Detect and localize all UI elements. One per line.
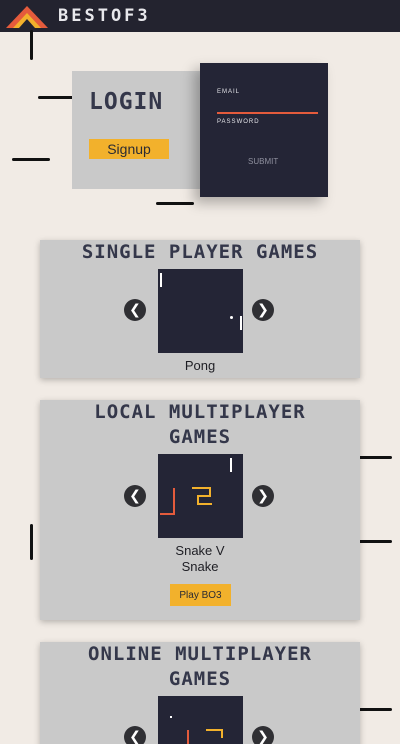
decor-dash — [12, 158, 50, 161]
top-navbar: BESTOF3 — [0, 0, 400, 32]
pong-ball — [230, 316, 233, 319]
play-bo3-button[interactable]: Play BO3 — [170, 584, 231, 606]
decor-dash — [30, 524, 33, 560]
arrow-right-icon[interactable]: ❯ — [252, 485, 274, 507]
single-player-section: SINGLE PLAYER GAMES ❮ ❯ Pong — [40, 240, 360, 378]
decor-dash — [30, 30, 33, 60]
section-title: SINGLE PLAYER GAMES — [81, 241, 319, 263]
login-form: EMAIL PASSWORD SUBMIT — [200, 63, 328, 197]
arrow-left-icon[interactable]: ❮ — [124, 726, 146, 744]
game-name-line2[interactable]: Snake — [150, 559, 250, 575]
signup-button[interactable]: Signup — [89, 139, 169, 159]
decor-dash — [156, 202, 194, 205]
submit-button[interactable]: SUBMIT — [248, 157, 278, 166]
game-thumbnail-snake[interactable] — [158, 454, 243, 538]
email-field[interactable]: EMAIL — [217, 89, 240, 95]
game-name-line1[interactable]: Snake V — [150, 543, 250, 559]
arrow-left-icon[interactable]: ❮ — [124, 485, 146, 507]
arrow-left-icon[interactable]: ❮ — [124, 299, 146, 321]
brand-name[interactable]: BESTOF3 — [58, 6, 151, 26]
local-multiplayer-section: LOCAL MULTIPLAYER GAMES ❮ ❯ Snake V Snak… — [40, 400, 360, 620]
arrow-right-icon[interactable]: ❯ — [252, 726, 274, 744]
decor-dash — [358, 708, 392, 711]
login-title: LOGIN — [89, 89, 164, 115]
section-title-line2: GAMES — [168, 426, 232, 448]
snake-drawing — [160, 458, 232, 515]
pong-paddle-left — [160, 273, 162, 287]
decor-dash — [358, 540, 392, 543]
decor-dash — [358, 456, 392, 459]
arrow-right-icon[interactable]: ❯ — [252, 299, 274, 321]
section-title-line1: ONLINE MULTIPLAYER — [88, 643, 312, 665]
login-panel: LOGIN Signup — [72, 71, 202, 189]
game-name[interactable]: Pong — [150, 358, 250, 374]
section-title-line1: LOCAL MULTIPLAYER — [94, 401, 306, 423]
decor-dash — [38, 96, 74, 99]
game-thumbnail-online[interactable] — [158, 696, 243, 744]
logo-icon[interactable] — [4, 4, 50, 30]
section-title-line2: GAMES — [168, 668, 232, 690]
email-underline — [217, 112, 318, 114]
online-multiplayer-section: ONLINE MULTIPLAYER GAMES ❮ ❯ — [40, 642, 360, 744]
password-field[interactable]: PASSWORD — [217, 119, 260, 125]
game-thumbnail-pong[interactable] — [158, 269, 243, 353]
pong-paddle-right — [240, 316, 242, 330]
online-game-drawing — [170, 716, 223, 744]
